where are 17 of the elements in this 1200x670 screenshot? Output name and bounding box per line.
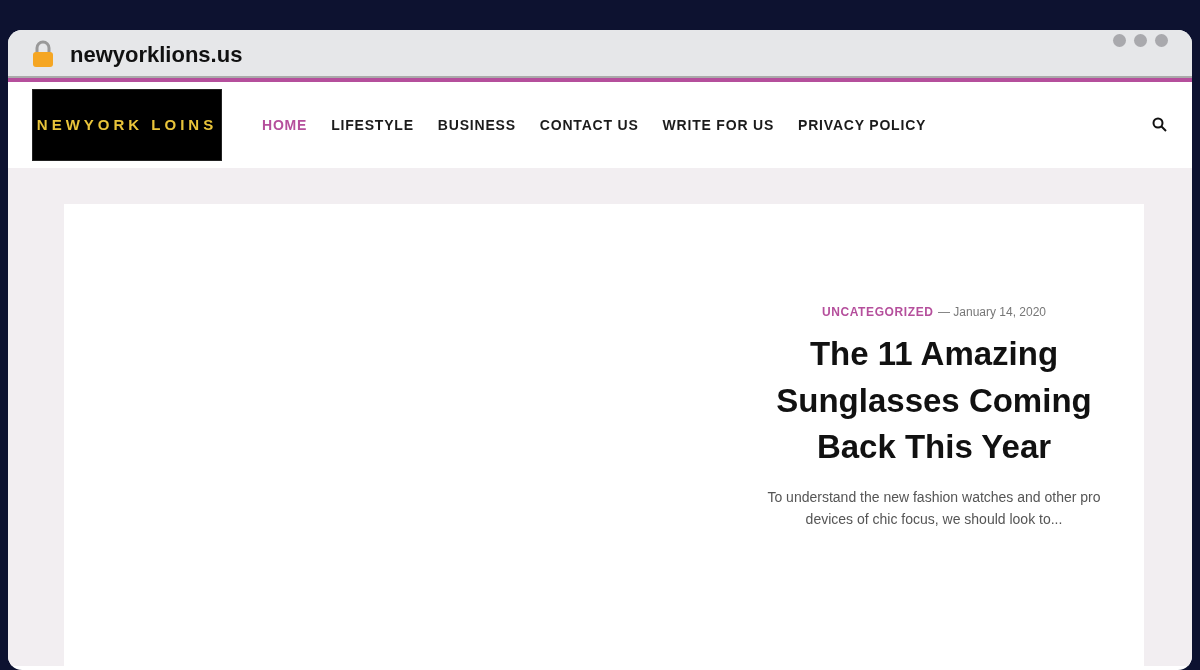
nav-link[interactable]: HOME	[262, 114, 308, 136]
nav-link[interactable]: PRIVACY POLICY	[798, 114, 927, 136]
search-icon[interactable]	[1152, 117, 1168, 133]
nav-link[interactable]: WRITE FOR US	[662, 114, 775, 136]
window-dot	[1113, 34, 1126, 47]
lock-icon	[32, 40, 54, 68]
post-title[interactable]: The 11 Amazing Sunglasses Coming Back This Year	[774, 331, 1094, 470]
nav-link[interactable]: LIFESTYLE	[331, 114, 414, 136]
site-logo[interactable]: NEWYORK LOINS	[32, 89, 222, 161]
nav-link[interactable]: BUSINESS	[437, 114, 516, 136]
window-dot	[1155, 34, 1168, 47]
nav-link[interactable]: CONTACT US	[539, 114, 639, 136]
post-date: — January 14, 2020	[937, 305, 1047, 320]
category-link[interactable]: UNCATEGORIZED	[821, 305, 934, 320]
post-excerpt: To understand the new fashion watches and other pro devices of chic focus, we should look to...	[766, 487, 1102, 530]
address-text: newyorklions.us	[70, 40, 243, 69]
window-dot	[1134, 34, 1147, 47]
